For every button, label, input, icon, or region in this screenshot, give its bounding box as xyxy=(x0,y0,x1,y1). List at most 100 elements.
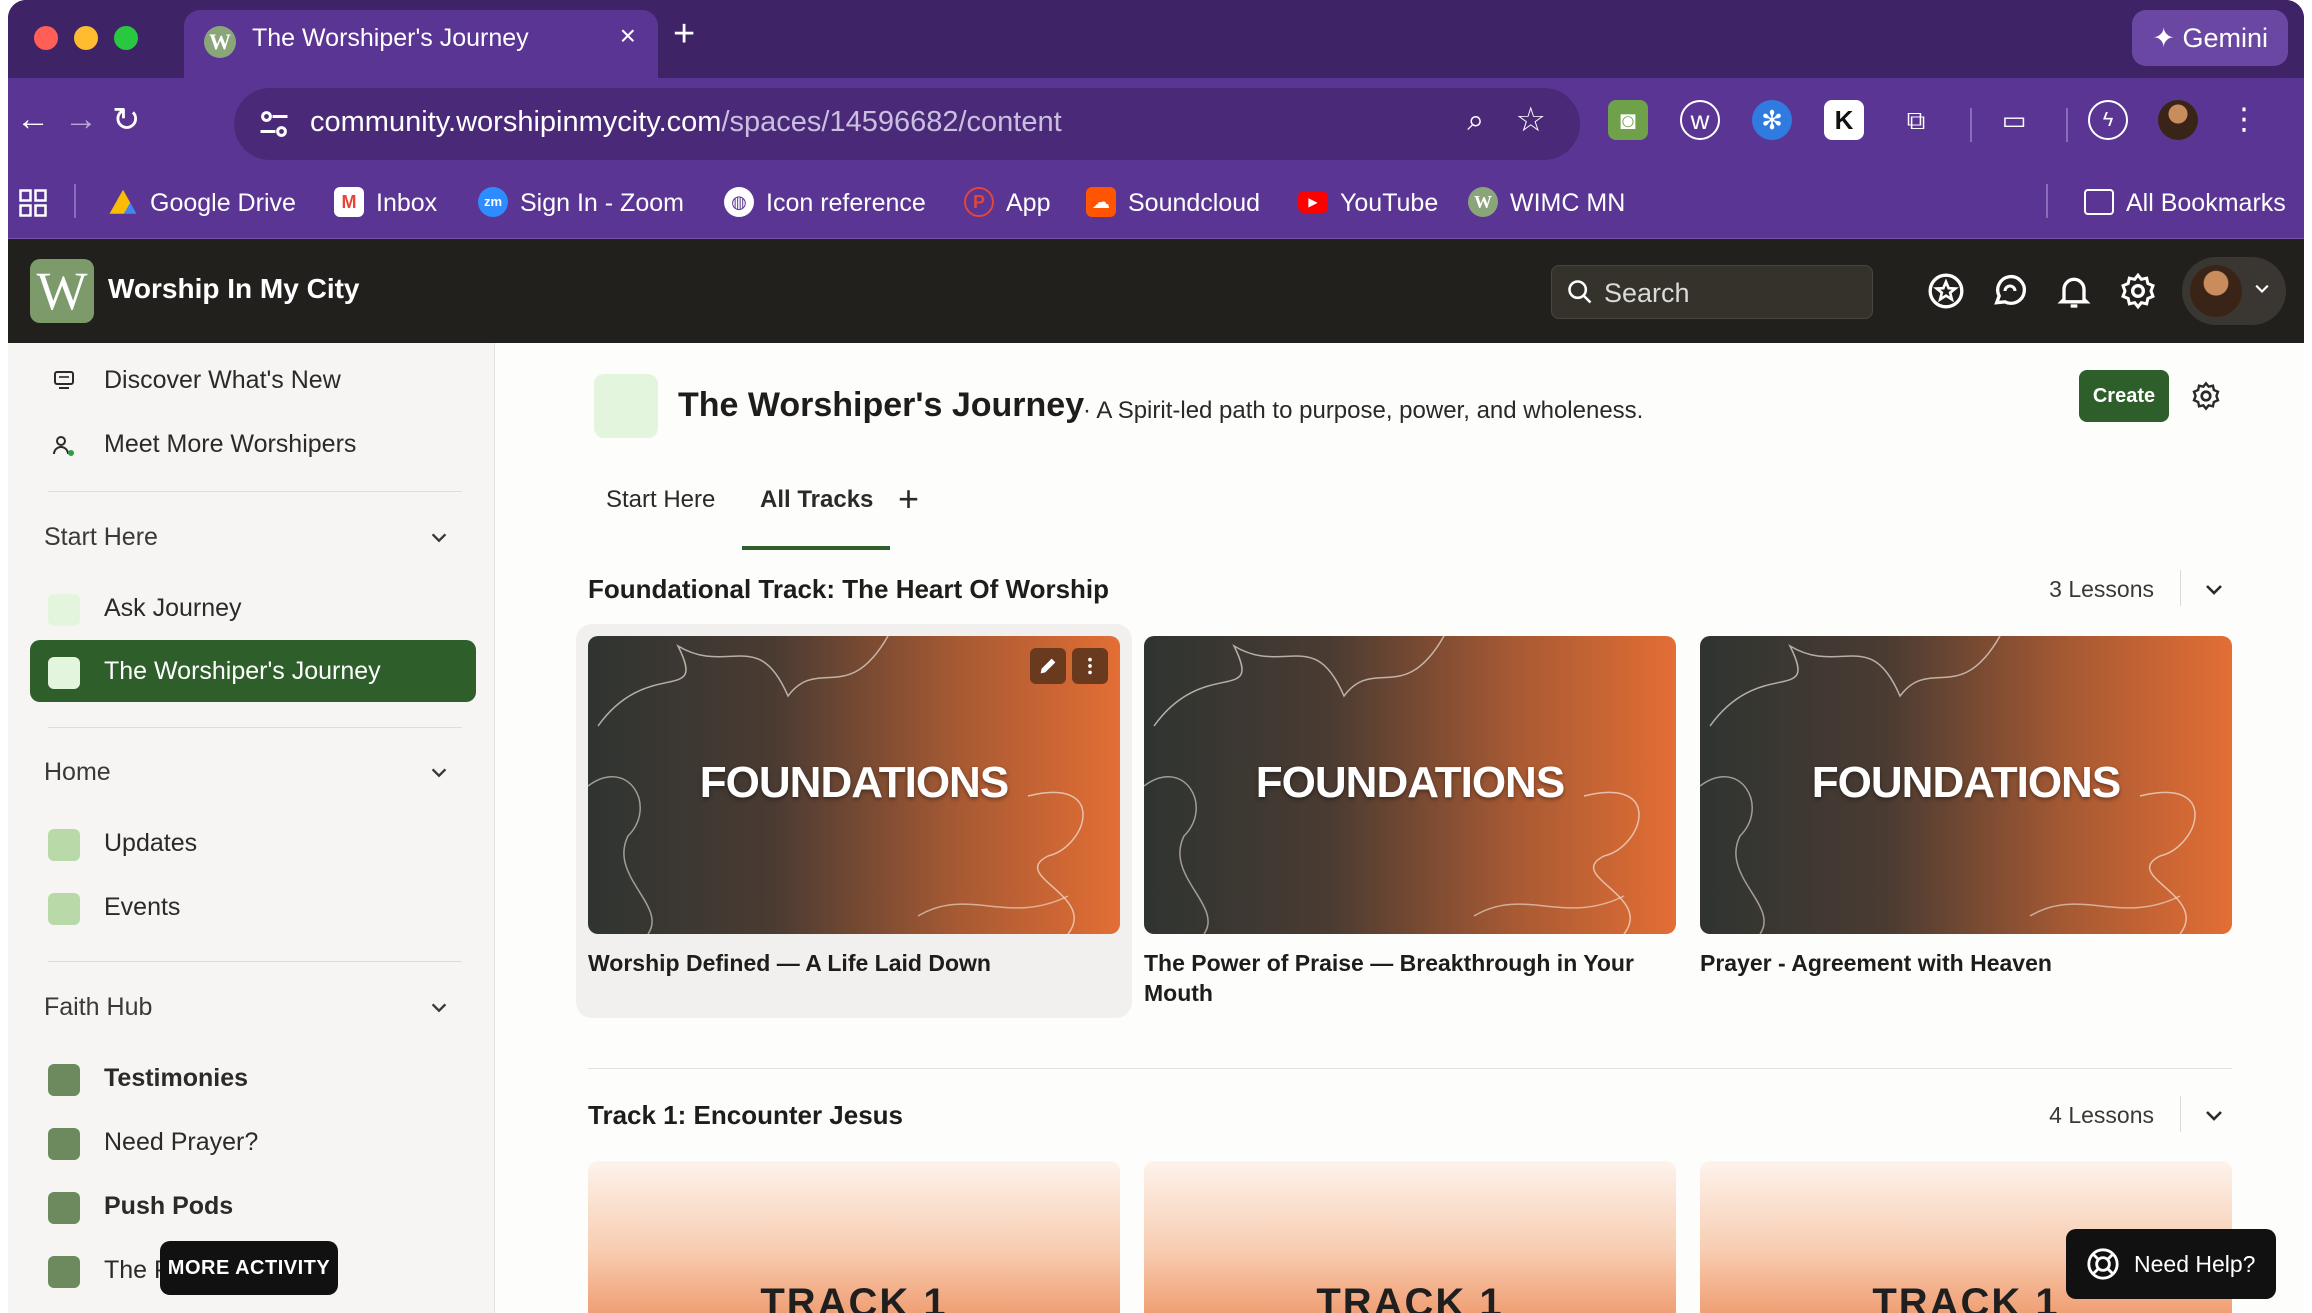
sidebar-item-updates[interactable]: Updates xyxy=(30,812,476,874)
close-window-button[interactable] xyxy=(34,26,58,50)
active-tab-underline xyxy=(742,546,890,550)
extensions-puzzle-icon[interactable]: ⧉ xyxy=(1896,100,1936,140)
site-settings-icon[interactable] xyxy=(256,106,292,142)
thumbnail-text: TRACK 1 xyxy=(1316,1281,1504,1313)
back-arrow-icon[interactable]: ← xyxy=(16,100,50,139)
browser-menu-icon[interactable]: ⋮ xyxy=(2224,100,2264,140)
reload-icon[interactable]: ↻ xyxy=(112,100,141,140)
glasses-extension-icon[interactable]: ◙ xyxy=(1608,100,1648,140)
page-title: The Worshiper's Journey xyxy=(678,386,1085,424)
bookmarks-divider xyxy=(74,184,76,218)
bookmark-star-icon[interactable]: ☆ xyxy=(1516,100,1546,140)
chat-icon[interactable] xyxy=(1990,271,2030,311)
more-activity-button[interactable]: MORE ACTIVITY xyxy=(160,1241,338,1295)
lesson-card[interactable]: FOUNDATIONS Worship Defined — A Life Lai… xyxy=(588,636,1120,978)
chevron-down-icon[interactable] xyxy=(2202,578,2226,602)
sidebar-item-push-pods[interactable]: Push Pods xyxy=(30,1175,476,1237)
settings-gear-icon[interactable] xyxy=(2118,271,2158,311)
bookmark-icon-reference[interactable]: ◍ Icon reference xyxy=(724,184,926,222)
lesson-card[interactable]: FOUNDATIONS The Power of Praise — Breakt… xyxy=(1144,636,1676,1008)
notifications-bell-icon[interactable] xyxy=(2054,271,2094,311)
chevron-down-icon[interactable] xyxy=(428,527,450,549)
sidebar-divider xyxy=(48,491,462,492)
lesson-title[interactable]: Worship Defined — A Life Laid Down xyxy=(588,948,1120,978)
sidebar-divider xyxy=(48,961,462,962)
tab-all-tracks[interactable]: All Tracks xyxy=(760,486,873,514)
url-path: /spaces/14596682/content xyxy=(721,106,1062,138)
bookmark-inbox[interactable]: M Inbox xyxy=(334,184,437,222)
profile-avatar[interactable] xyxy=(2158,100,2198,140)
chevron-down-icon[interactable] xyxy=(428,762,450,784)
bookmarks-divider xyxy=(2046,184,2048,218)
lesson-thumbnail: FOUNDATIONS xyxy=(588,636,1120,934)
sidebar-item-meet-worshipers[interactable]: Meet More Worshipers xyxy=(30,413,476,475)
tab-close-icon[interactable]: × xyxy=(620,20,636,52)
sidebar-item-need-prayer[interactable]: Need Prayer? xyxy=(30,1111,476,1173)
discover-icon xyxy=(54,371,74,389)
sidebar-item-ask-journey[interactable]: Ask Journey xyxy=(30,577,476,639)
track-title[interactable]: Foundational Track: The Heart Of Worship xyxy=(588,574,1109,605)
sidebar-item-label: Push Pods xyxy=(104,1192,234,1220)
all-bookmarks-button[interactable]: All Bookmarks xyxy=(2084,184,2286,222)
gemini-button[interactable]: ✦ Gemini xyxy=(2132,10,2288,66)
bookmark-label: Inbox xyxy=(376,189,438,217)
sidebar-item-discover[interactable]: Discover What's New xyxy=(30,349,476,411)
lesson-card[interactable]: TRACK 1 xyxy=(588,1161,1120,1313)
lesson-title[interactable]: Prayer - Agreement with Heaven xyxy=(1700,948,2232,978)
sidebar-item-label: Updates xyxy=(104,829,198,857)
bookmark-zoom[interactable]: zm Sign In - Zoom xyxy=(478,184,684,222)
search-input[interactable]: Search xyxy=(1551,265,1873,319)
zoom-icon[interactable]: ⌕ xyxy=(1467,104,1484,138)
bookmark-label: App xyxy=(1006,189,1051,217)
community-logo[interactable]: W xyxy=(30,259,94,323)
create-button[interactable]: Create xyxy=(2079,370,2169,422)
more-options-icon[interactable] xyxy=(1072,648,1108,684)
tab-favicon-icon: W xyxy=(204,26,236,58)
browser-tab-active[interactable]: W The Worshiper's Journey × xyxy=(184,10,658,78)
snowflake-extension-icon[interactable]: ✻ xyxy=(1752,100,1792,140)
sidebar-divider xyxy=(48,727,462,728)
bookmark-app[interactable]: P App xyxy=(964,184,1050,222)
sidebar-item-events[interactable]: Events xyxy=(30,876,476,938)
maximize-window-button[interactable] xyxy=(114,26,138,50)
need-help-button[interactable]: Need Help? xyxy=(2066,1229,2276,1299)
add-tab-button[interactable]: + xyxy=(898,478,919,520)
space-settings-gear-icon[interactable] xyxy=(2190,380,2222,412)
space-color-swatch xyxy=(48,657,80,689)
community-name[interactable]: Worship In My City xyxy=(108,273,360,305)
tab-search-icon[interactable]: ▭ xyxy=(1994,100,2034,140)
minimize-window-button[interactable] xyxy=(74,26,98,50)
browser-toolbar: ← → ↻ community.worshipinmycity.com/spac… xyxy=(8,78,2304,170)
bookmark-youtube[interactable]: ▶ YouTube xyxy=(1298,184,1438,222)
sidebar-group-start-here[interactable]: Start Here xyxy=(44,523,158,552)
bookmark-soundcloud[interactable]: ☁ Soundcloud xyxy=(1086,184,1260,222)
forward-arrow-icon[interactable]: → xyxy=(64,100,98,139)
sidebar-item-testimonies[interactable]: Testimonies xyxy=(30,1047,476,1109)
sidebar-group-faith-hub[interactable]: Faith Hub xyxy=(44,993,152,1022)
k-extension-icon[interactable]: K xyxy=(1824,100,1864,140)
lesson-title[interactable]: The Power of Praise — Breakthrough in Yo… xyxy=(1144,948,1676,1008)
lesson-card[interactable]: TRACK 1 xyxy=(1144,1161,1676,1313)
track-title[interactable]: Track 1: Encounter Jesus xyxy=(588,1100,903,1131)
apps-grid-icon[interactable] xyxy=(18,188,48,218)
edit-pencil-icon[interactable] xyxy=(1030,648,1066,684)
performance-icon[interactable]: ϟ xyxy=(2088,100,2128,140)
chevron-down-icon[interactable] xyxy=(428,997,450,1019)
sidebar-item-worshipers-journey[interactable]: The Worshiper's Journey xyxy=(30,640,476,702)
bookmark-wimc-mn[interactable]: W WIMC MN xyxy=(1468,184,1625,222)
tab-start-here[interactable]: Start Here xyxy=(606,486,715,514)
space-color-swatch xyxy=(48,1064,80,1096)
webflow-extension-icon[interactable]: w xyxy=(1680,100,1720,140)
url-text: community.worshipinmycity.com/spaces/145… xyxy=(310,106,1062,139)
bookmark-google-drive[interactable]: Google Drive xyxy=(108,184,296,222)
space-color-swatch xyxy=(48,1256,80,1288)
lesson-card[interactable]: FOUNDATIONS Prayer - Agreement with Heav… xyxy=(1700,636,2232,978)
new-tab-button[interactable]: + xyxy=(673,14,695,54)
user-menu-button[interactable] xyxy=(2182,257,2286,325)
bookmark-label: WIMC MN xyxy=(1510,189,1626,217)
sidebar-group-home[interactable]: Home xyxy=(44,758,111,787)
address-bar[interactable]: community.worshipinmycity.com/spaces/145… xyxy=(234,88,1580,160)
leaderboard-badge-icon[interactable] xyxy=(1926,271,1966,311)
wimc-icon: W xyxy=(1468,187,1498,218)
chevron-down-icon[interactable] xyxy=(2202,1104,2226,1128)
